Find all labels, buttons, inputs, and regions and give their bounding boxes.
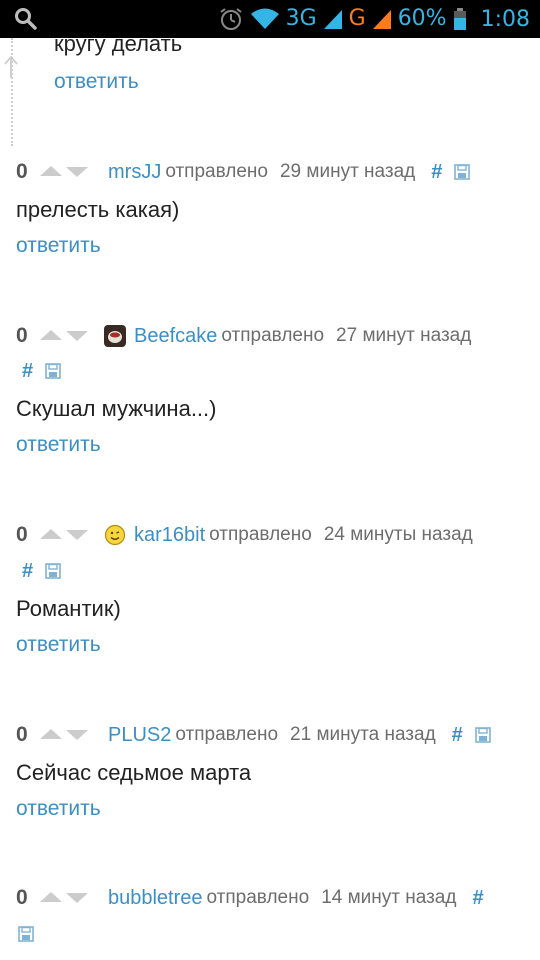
reply-link[interactable]: ответить bbox=[16, 797, 101, 821]
comment-text: кругу делать bbox=[54, 31, 183, 56]
username-link[interactable]: PLUS2 bbox=[108, 724, 171, 747]
permalink-hash[interactable]: # bbox=[452, 724, 463, 747]
username-link[interactable]: bubbletree bbox=[108, 887, 203, 910]
sent-label: отправлено bbox=[209, 524, 312, 545]
downvote-icon[interactable] bbox=[66, 167, 88, 177]
comment-meta: 0 mrsJJ отправлено 29 минут назад # bbox=[16, 158, 471, 186]
signal-3g-icon bbox=[323, 10, 342, 29]
reply-link[interactable]: ответить bbox=[16, 234, 101, 258]
comment-meta: 0 kar16bit отправлено 24 минуты назад bbox=[16, 521, 473, 549]
reply-link[interactable]: ответить bbox=[16, 433, 101, 457]
score: 0 bbox=[16, 160, 28, 183]
network-3g-label: 3G bbox=[285, 6, 317, 31]
arrow-up-icon[interactable] bbox=[2, 54, 20, 80]
downvote-icon[interactable] bbox=[66, 730, 88, 740]
downvote-icon[interactable] bbox=[66, 331, 88, 341]
upvote-icon[interactable] bbox=[40, 529, 62, 539]
username-link[interactable]: Beefcake bbox=[134, 325, 217, 348]
comment-meta-actions bbox=[18, 921, 34, 947]
downvote-icon[interactable] bbox=[66, 530, 88, 540]
comment-text: Сейчас седьмое марта bbox=[16, 760, 252, 785]
reply-link[interactable]: ответить bbox=[54, 70, 139, 94]
save-icon[interactable] bbox=[45, 363, 61, 379]
time-ago: 21 минута назад bbox=[290, 724, 436, 745]
time-ago: 24 минуты назад bbox=[323, 524, 473, 545]
username-link[interactable]: mrsJJ bbox=[108, 161, 161, 184]
comment-meta: 0 PLUS2 отправлено 21 минута назад # bbox=[16, 721, 491, 749]
smiley-avatar-icon bbox=[104, 524, 126, 546]
vote-arrows[interactable] bbox=[38, 527, 90, 543]
vote-arrows[interactable] bbox=[38, 328, 90, 344]
save-icon[interactable] bbox=[454, 164, 471, 180]
permalink-hash[interactable]: # bbox=[431, 161, 442, 184]
save-icon[interactable] bbox=[474, 727, 491, 743]
save-icon[interactable] bbox=[18, 926, 34, 942]
sent-label: отправлено bbox=[206, 887, 310, 908]
cup-avatar-icon bbox=[104, 325, 126, 347]
upvote-icon[interactable] bbox=[40, 729, 62, 739]
upvote-icon[interactable] bbox=[40, 892, 62, 902]
vote-arrows[interactable] bbox=[38, 727, 90, 743]
permalink-hash[interactable]: # bbox=[472, 887, 483, 910]
comment-meta-actions: # bbox=[22, 558, 61, 584]
score: 0 bbox=[16, 324, 28, 347]
comment-meta: 0 bubbletree отправлено 14 минут назад # bbox=[16, 884, 484, 912]
sent-label: отправлено bbox=[221, 325, 325, 346]
comment-text: Романтик) bbox=[16, 596, 121, 621]
permalink-hash[interactable]: # bbox=[22, 560, 33, 583]
vote-arrows[interactable] bbox=[38, 890, 90, 906]
battery-icon bbox=[453, 8, 466, 30]
score: 0 bbox=[16, 523, 28, 546]
time-ago: 29 минут назад bbox=[279, 161, 416, 182]
network-g-label: G bbox=[348, 6, 366, 31]
score: 0 bbox=[16, 723, 28, 746]
battery-percent: 60% bbox=[397, 6, 447, 31]
upvote-icon[interactable] bbox=[40, 330, 62, 340]
comment-meta: 0 Beefcake отправлено 27 минут назад bbox=[16, 322, 471, 350]
vote-arrows[interactable] bbox=[38, 164, 90, 180]
comment-text: Скушал мужчина...) bbox=[16, 396, 217, 421]
signal-g-icon bbox=[372, 10, 391, 29]
upvote-icon[interactable] bbox=[40, 166, 62, 176]
alarm-icon bbox=[219, 8, 242, 30]
save-icon[interactable] bbox=[45, 563, 61, 579]
downvote-icon[interactable] bbox=[66, 893, 88, 903]
comment-meta-actions: # bbox=[22, 358, 61, 384]
clock-time: 1:08 bbox=[480, 6, 530, 32]
reply-link[interactable]: ответить bbox=[16, 633, 101, 657]
time-ago: 27 минут назад bbox=[336, 325, 472, 346]
sent-label: отправлено bbox=[175, 724, 279, 745]
score: 0 bbox=[16, 886, 28, 909]
permalink-hash[interactable]: # bbox=[22, 360, 33, 383]
time-ago: 14 минут назад bbox=[321, 887, 457, 908]
sent-label: отправлено bbox=[165, 161, 268, 182]
search-icon[interactable] bbox=[14, 7, 38, 31]
comment-text: прелесть какая) bbox=[16, 197, 180, 222]
wifi-icon bbox=[250, 8, 279, 29]
username-link[interactable]: kar16bit bbox=[134, 524, 205, 547]
